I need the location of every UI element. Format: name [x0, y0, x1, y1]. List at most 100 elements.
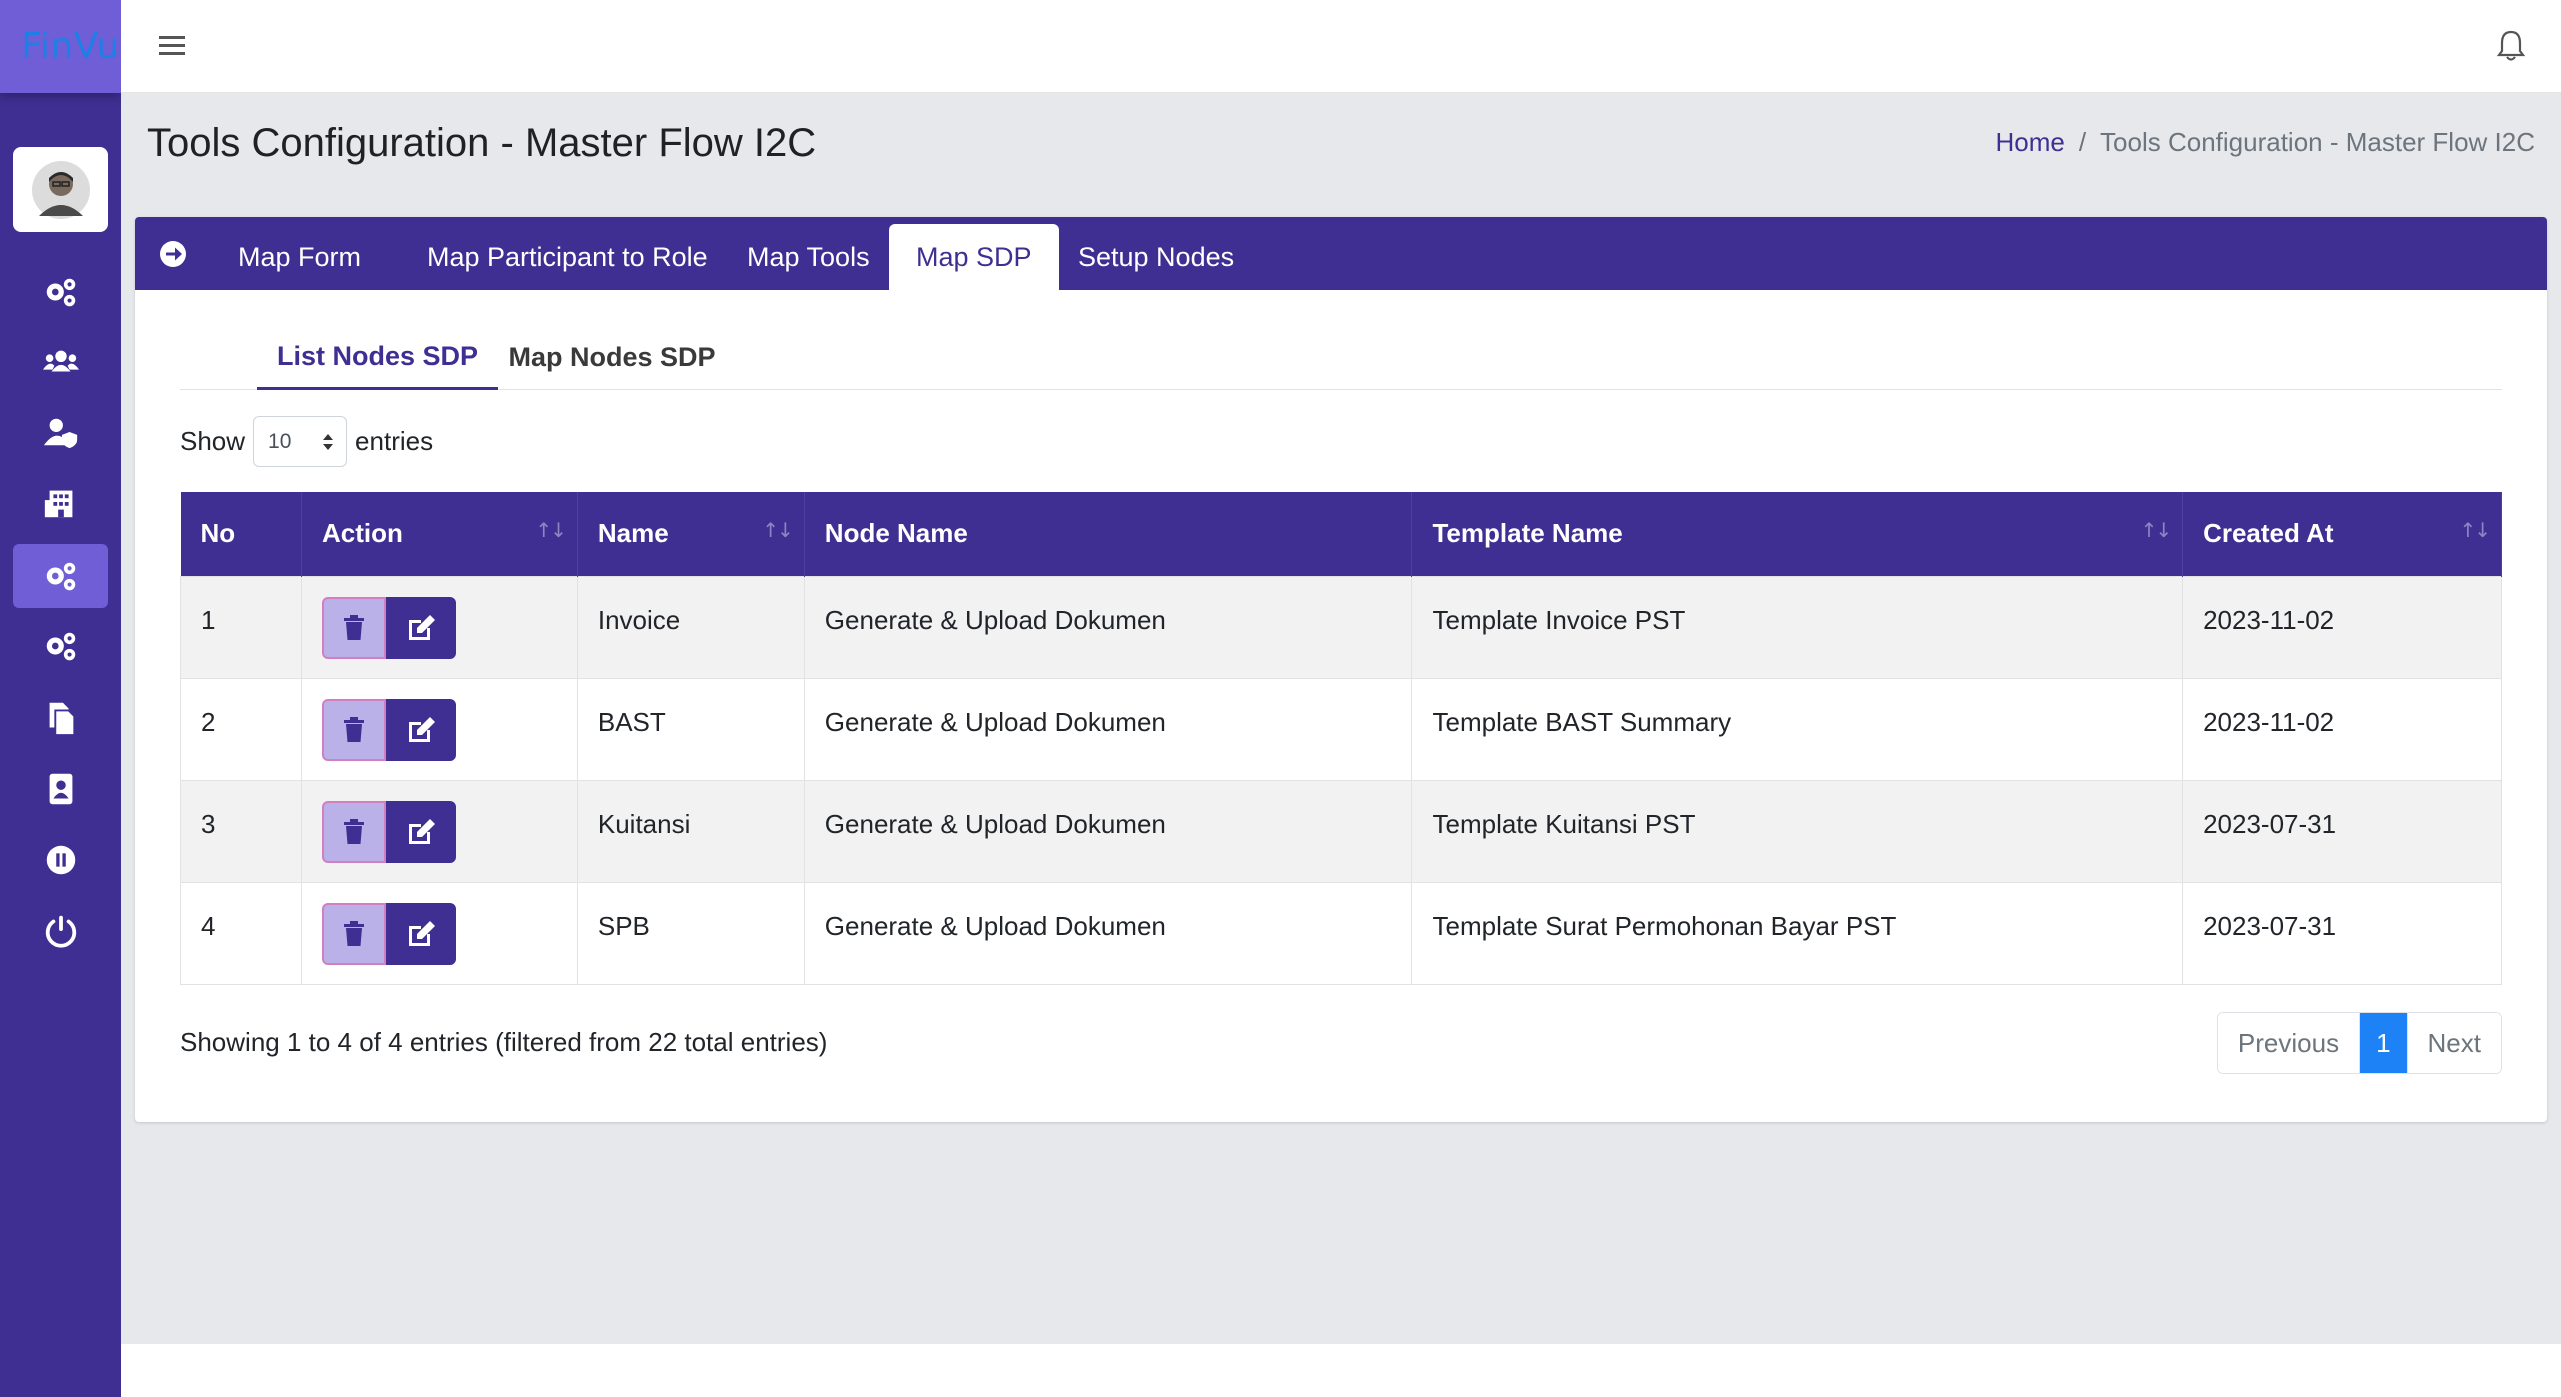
length-menu: Show 10 entries	[180, 416, 433, 467]
col-header-no[interactable]: No	[180, 492, 302, 576]
cell-no: 2	[180, 677, 302, 781]
cell-node-name: Generate & Upload Dokumen	[803, 881, 1413, 985]
cell-node-name: Generate & Upload Dokumen	[803, 575, 1413, 679]
sidebar-item-contacts[interactable]	[13, 757, 108, 821]
cell-created-at: 2023-11-02	[2182, 575, 2502, 679]
edit-button[interactable]	[385, 800, 456, 863]
col-header-template-name[interactable]: Template Name ↑↓	[1411, 492, 2184, 576]
col-header-action[interactable]: Action ↑↓	[301, 492, 578, 576]
sort-icon: ↑↓	[2459, 518, 2490, 542]
sidebar-item-documents[interactable]	[13, 686, 108, 750]
users-icon	[42, 350, 79, 372]
length-prefix: Show	[180, 426, 246, 456]
config-card: Map Form Map Participant to Role Map Too…	[135, 217, 2547, 1122]
brand-logo[interactable]: FinVu	[0, 0, 121, 93]
hamburger-menu-icon[interactable]	[159, 30, 187, 62]
col-header-created-at-label: Created At	[2203, 518, 2334, 549]
table-info: Showing 1 to 4 of 4 entries (filtered fr…	[180, 1027, 828, 1057]
cell-action	[300, 779, 578, 883]
brand-text: FinVu	[21, 26, 120, 67]
action-button-group	[321, 902, 456, 965]
pagination: Previous 1 Next	[2216, 1012, 2502, 1074]
action-button-group	[321, 596, 456, 659]
breadcrumb: Home / Tools Configuration - Master Flow I…	[1995, 127, 2535, 158]
footer	[121, 1344, 2561, 1397]
cell-action	[300, 677, 578, 781]
cell-node-name: Generate & Upload Dokumen	[803, 779, 1413, 883]
cell-template-name: Template Invoice PST	[1411, 575, 2184, 679]
content-area: Tools Configuration - Master Flow I2C Ho…	[121, 93, 2561, 1344]
col-header-action-label: Action	[321, 518, 403, 549]
edit-icon	[408, 716, 435, 742]
cell-name: Invoice	[576, 575, 805, 679]
sort-icon: ↑↓	[2140, 518, 2172, 542]
sidebar-item-settings[interactable]	[13, 614, 108, 678]
trash-icon	[343, 818, 364, 844]
sidebar-item-pause[interactable]	[13, 828, 108, 892]
delete-button[interactable]	[321, 902, 386, 965]
cell-name: Kuitansi	[576, 779, 805, 883]
tab-setup-nodes[interactable]: Setup Nodes	[1051, 224, 1261, 290]
subtab-list-nodes-sdp[interactable]: List Nodes SDP	[257, 325, 498, 390]
cell-node-name: Generate & Upload Dokumen	[803, 677, 1413, 781]
entries-per-page-value: 10	[268, 429, 292, 453]
table-row: 2 BAST Generate & Upload Dokumen Templat…	[180, 677, 2502, 781]
sidebar-item-logout[interactable]	[13, 899, 108, 963]
pagination-previous[interactable]: Previous	[2217, 1013, 2360, 1073]
cell-name: SPB	[576, 881, 805, 985]
entries-per-page-select[interactable]: 10	[253, 416, 348, 467]
table-row: 1 Invoice Generate & Upload Dokumen Temp…	[180, 575, 2502, 679]
edit-button[interactable]	[385, 596, 456, 659]
table-row: 4 SPB Generate & Upload Dokumen Template…	[180, 881, 2502, 985]
col-header-no-label: No	[200, 518, 236, 549]
edit-button[interactable]	[385, 902, 456, 965]
action-button-group	[321, 698, 456, 761]
col-header-name[interactable]: Name ↑↓	[577, 492, 805, 576]
cell-action	[300, 881, 578, 985]
trash-icon	[343, 920, 364, 946]
breadcrumb-home-link[interactable]: Home	[1995, 127, 2064, 157]
gears-icon	[46, 632, 75, 661]
page-title: Tools Configuration - Master Flow I2C	[147, 121, 817, 165]
table-header-row: No Action ↑↓ Name ↑↓ Node Name Template Na…	[180, 492, 2502, 576]
sidebar-item-building[interactable]	[13, 470, 108, 534]
tab-map-participant-to-role[interactable]: Map Participant to Role	[400, 224, 735, 290]
edit-icon	[408, 614, 435, 640]
sort-icon: ↑↓	[762, 518, 793, 542]
power-icon	[45, 915, 76, 948]
delete-button[interactable]	[321, 800, 386, 863]
breadcrumb-separator: /	[2078, 127, 2087, 157]
cell-no: 4	[180, 881, 302, 985]
sidebar: FinVu	[0, 0, 121, 1397]
delete-button[interactable]	[321, 698, 386, 761]
bell-icon[interactable]	[2495, 28, 2527, 64]
sidebar-item-users[interactable]	[13, 330, 108, 394]
edit-icon	[408, 818, 435, 844]
sub-tabs: List Nodes SDP Map Nodes SDP	[180, 325, 2502, 390]
sidebar-item-gears[interactable]	[13, 260, 108, 324]
subtab-map-nodes-sdp[interactable]: Map Nodes SDP	[502, 325, 722, 390]
delete-button[interactable]	[321, 596, 386, 659]
edit-button[interactable]	[385, 698, 456, 761]
tab-map-tools[interactable]: Map Tools	[720, 224, 897, 290]
sidebar-item-tools-config[interactable]	[13, 544, 108, 608]
pagination-next[interactable]: Next	[2406, 1013, 2501, 1073]
cell-template-name: Template Surat Permohonan Bayar PST	[1411, 881, 2184, 985]
avatar[interactable]	[13, 147, 108, 232]
sidebar-item-user-shield[interactable]	[13, 400, 108, 464]
cell-no: 1	[180, 575, 302, 679]
length-suffix: entries	[355, 426, 434, 456]
tab-map-form[interactable]: Map Form	[211, 224, 388, 290]
col-header-node-name[interactable]: Node Name	[804, 492, 1413, 576]
cell-no: 3	[180, 779, 302, 883]
main-tabs: Map Form Map Participant to Role Map Too…	[135, 217, 2547, 290]
pagination-page-1[interactable]: 1	[2359, 1013, 2407, 1073]
trash-icon	[343, 614, 364, 640]
user-shield-icon	[43, 418, 77, 449]
trash-icon	[343, 716, 364, 742]
col-header-template-name-label: Template Name	[1432, 518, 1623, 549]
arrow-circle-right-icon[interactable]	[157, 238, 189, 270]
col-header-created-at[interactable]: Created At ↑↓	[2182, 492, 2502, 576]
tab-map-sdp[interactable]: Map SDP	[889, 224, 1059, 290]
breadcrumb-current: Tools Configuration - Master Flow I2C	[2100, 127, 2535, 157]
